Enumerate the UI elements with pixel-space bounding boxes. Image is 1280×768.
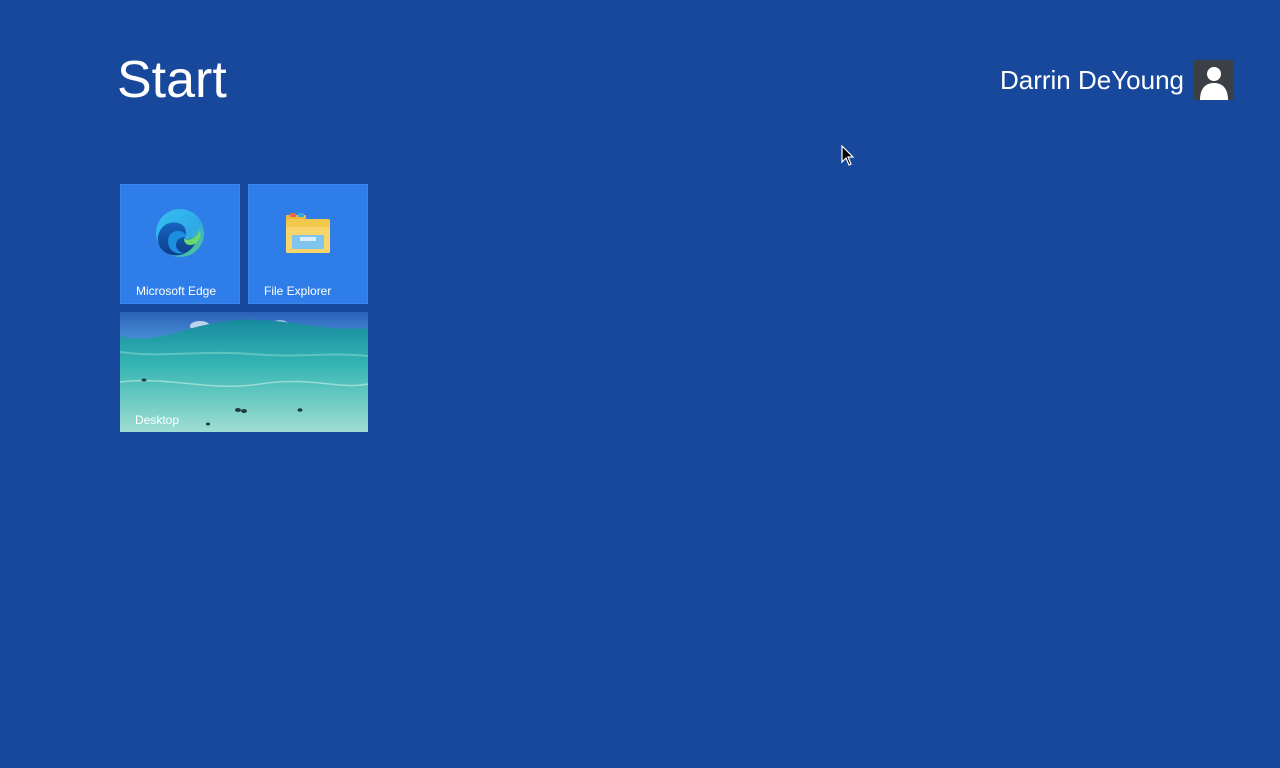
- tile-desktop[interactable]: Desktop: [120, 312, 368, 432]
- tile-label: File Explorer: [264, 284, 332, 298]
- page-title: Start: [117, 51, 227, 109]
- tile-file-explorer[interactable]: File Explorer: [248, 184, 368, 304]
- mouse-cursor-icon: [841, 145, 855, 166]
- tile-label: Desktop: [135, 413, 180, 427]
- user-avatar-icon[interactable]: [1194, 60, 1234, 100]
- user-account[interactable]: Darrin DeYoung: [1000, 60, 1234, 100]
- edge-icon: [154, 207, 206, 259]
- user-name: Darrin DeYoung: [999, 65, 1184, 95]
- tile-microsoft-edge[interactable]: Microsoft Edge: [120, 184, 240, 304]
- tile-label: Microsoft Edge: [136, 284, 217, 298]
- start-screen: Start Darrin DeYoung Microsoft Edge File…: [0, 0, 1280, 768]
- folder-icon: [282, 207, 334, 259]
